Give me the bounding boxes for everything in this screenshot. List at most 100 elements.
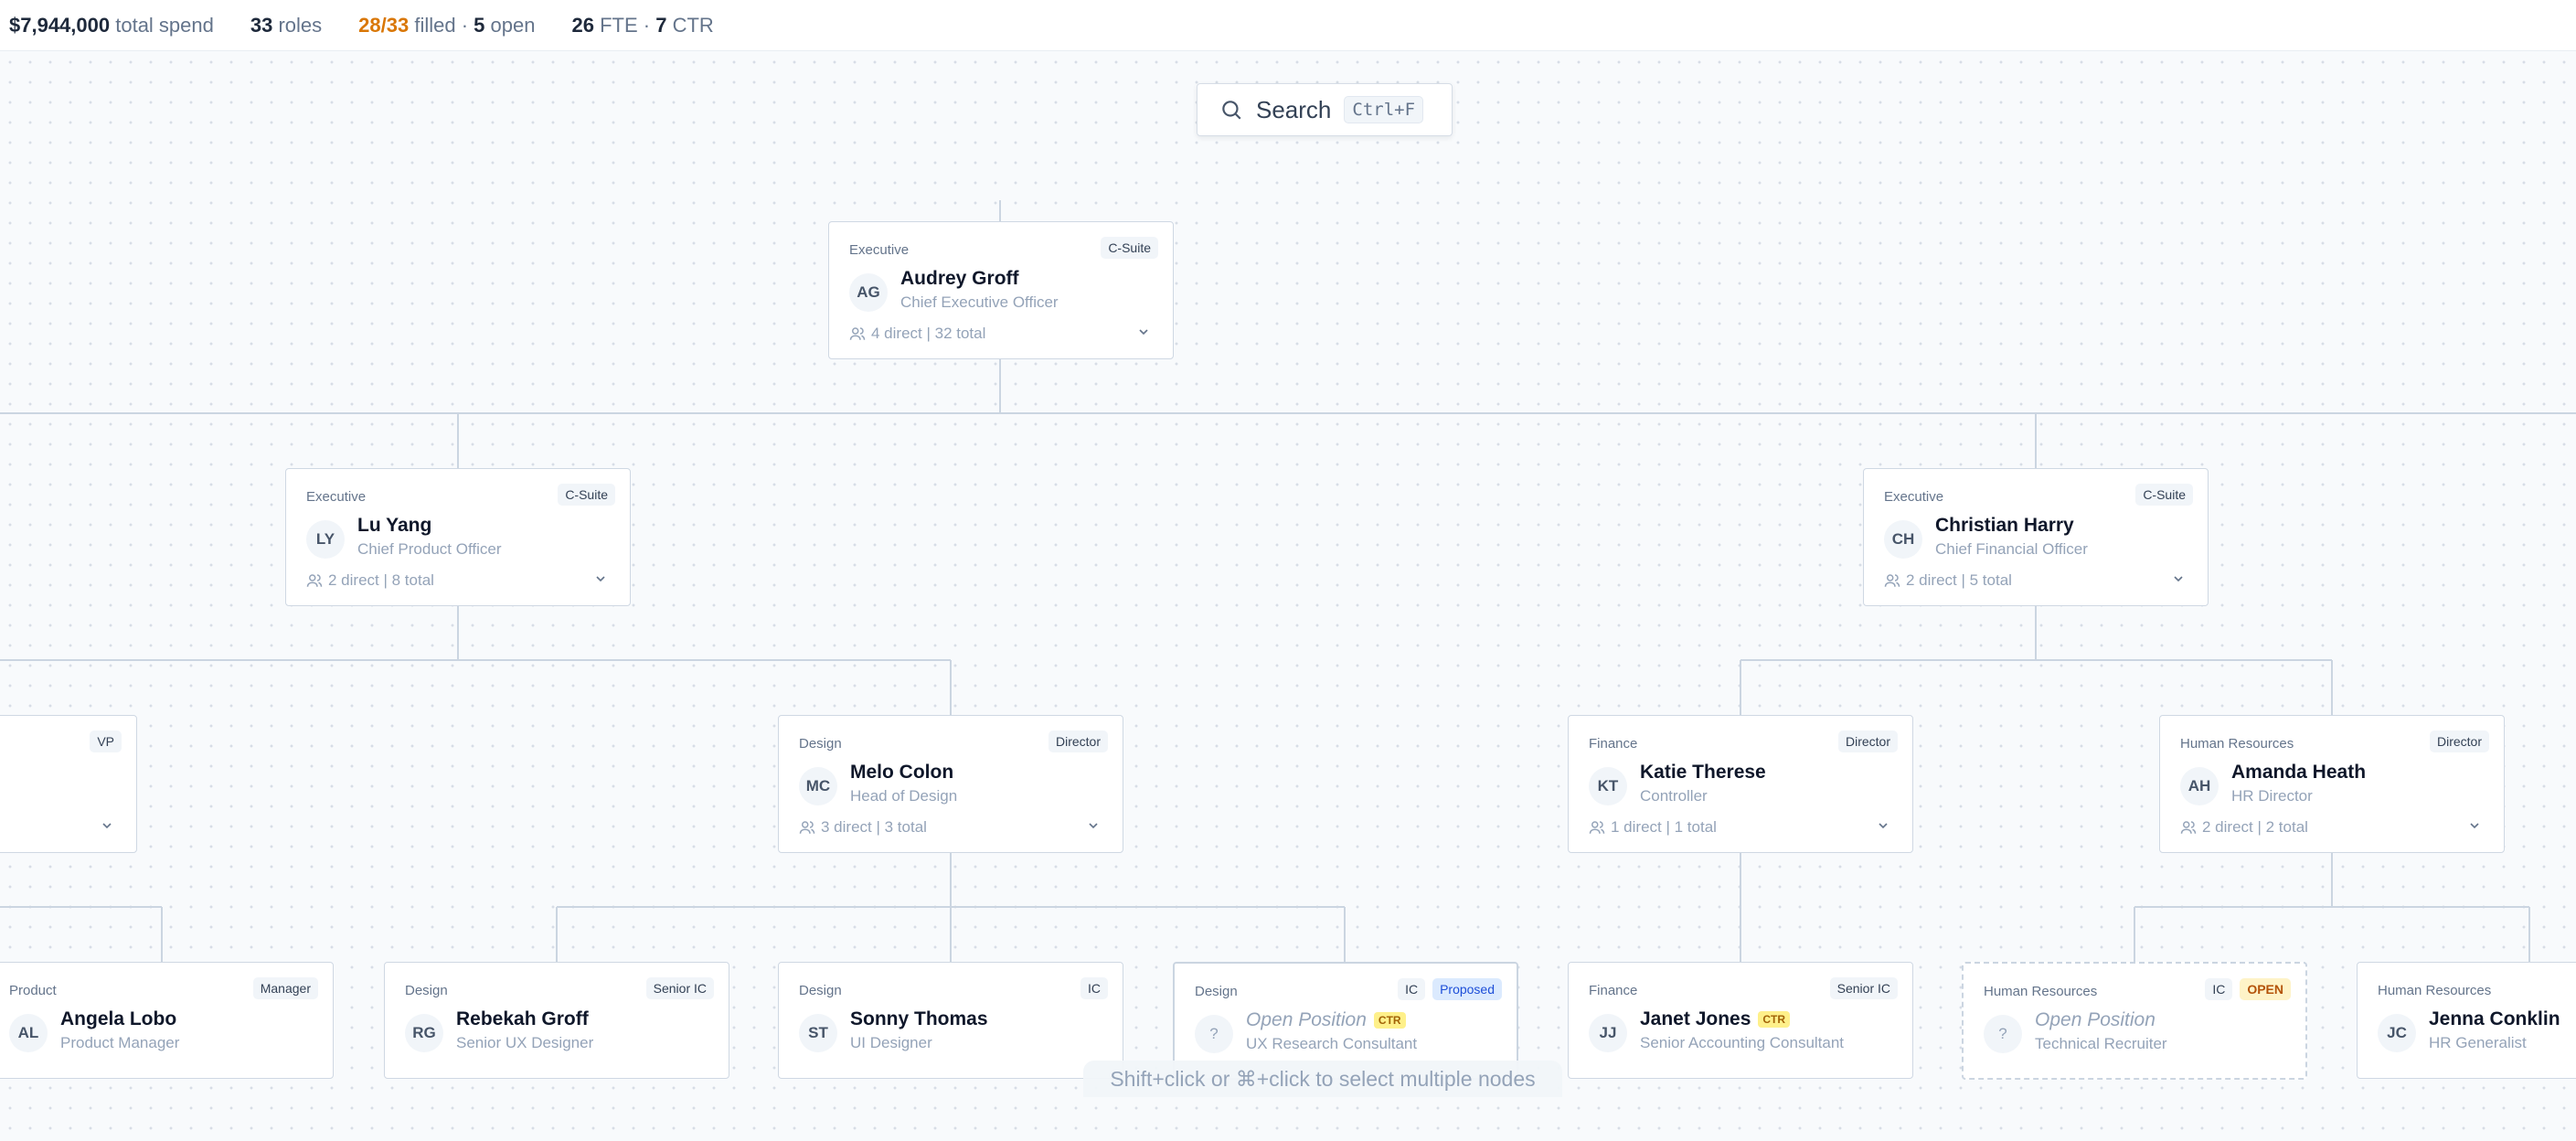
multi-select-hint: Shift+click or ⌘+click to select multipl…	[1083, 1061, 1562, 1097]
search-label: Search	[1256, 95, 1332, 123]
chevron-down-icon[interactable]	[2171, 571, 2186, 586]
node-name: Lu Yang	[357, 515, 432, 536]
people-icon	[2180, 821, 2197, 834]
node-senior-accounting-consultant[interactable]: Finance Senior IC JJ Janet Jones CTR Sen…	[1568, 962, 1913, 1079]
people-icon	[799, 821, 815, 834]
node-senior-ux-designer[interactable]: Design Senior IC RG Rebekah Groff Senior…	[384, 962, 729, 1079]
node-title: Chief Executive Officer	[900, 293, 1059, 311]
chevron-down-icon[interactable]	[593, 571, 608, 586]
level-badge: VP	[90, 730, 122, 752]
proposed-badge: Proposed	[1432, 978, 1502, 1000]
reports-count: 2 direct | 5 total	[1884, 571, 2012, 590]
people-icon	[849, 327, 866, 340]
chevron-down-icon[interactable]	[1136, 325, 1151, 339]
node-name: Open Position CTR	[1246, 1009, 1406, 1031]
reports-count: 2 direct | 8 total	[306, 571, 434, 590]
node-vp[interactable]: VP	[0, 715, 137, 853]
node-cfo[interactable]: Executive C-Suite CH Christian Harry Chi…	[1863, 468, 2209, 606]
level-badge: IC	[1080, 977, 1108, 999]
search-button[interactable]: Search Ctrl+F	[1197, 83, 1453, 136]
open-badge: OPEN	[2240, 978, 2291, 1000]
node-department: Design	[799, 983, 842, 998]
node-department: Executive	[306, 489, 367, 505]
avatar: LY	[306, 520, 345, 559]
node-name: Audrey Groff	[900, 268, 1019, 289]
level-badge: Director	[1837, 730, 1898, 752]
chevron-down-icon[interactable]	[2467, 818, 2482, 833]
avatar: AH	[2180, 767, 2219, 805]
avatar: ?	[1984, 1015, 2022, 1053]
node-name: Amanda Heath	[2231, 762, 2367, 783]
reports-count: 3 direct | 3 total	[799, 818, 927, 837]
level-badge: Manager	[252, 977, 318, 999]
avatar: ?	[1195, 1015, 1233, 1053]
chevron-down-icon[interactable]	[1086, 818, 1101, 833]
node-controller[interactable]: Finance Director KT Katie Therese Contro…	[1568, 715, 1913, 853]
node-department: Human Resources	[2378, 983, 2492, 998]
contractor-badge: CTR	[1373, 1012, 1406, 1029]
level-badge: IC	[1398, 978, 1426, 1000]
employment-type-stat: 26 FTE · 7 CTR	[571, 13, 714, 37]
search-icon	[1222, 101, 1241, 120]
node-department: Executive	[849, 242, 910, 258]
search-shortcut: Ctrl+F	[1344, 96, 1424, 123]
avatar: JJ	[1589, 1014, 1627, 1052]
node-title: UX Research Consultant	[1246, 1035, 1418, 1052]
node-name: Rebekah Groff	[456, 1008, 589, 1029]
node-ui-designer[interactable]: Design IC ST Sonny Thomas UI Designer	[778, 962, 1123, 1079]
node-technical-recruiter[interactable]: Human Resources IC OPEN ? Open Position …	[1962, 962, 2307, 1080]
node-department: Executive	[1884, 489, 1944, 505]
level-badge: Senior IC	[1829, 977, 1898, 999]
people-icon	[1884, 574, 1900, 587]
level-badge: C-Suite	[1101, 237, 1158, 259]
node-ceo[interactable]: Executive C-Suite AG Audrey Groff Chief …	[828, 221, 1174, 359]
node-department: Finance	[1589, 983, 1638, 998]
node-department: Human Resources	[2180, 736, 2294, 752]
avatar: AL	[9, 1014, 48, 1052]
roles-stat: 33 roles	[250, 13, 323, 37]
node-title: HR Director	[2231, 787, 2313, 805]
node-department: Finance	[1589, 736, 1638, 752]
node-department: Design	[799, 736, 842, 752]
avatar: KT	[1589, 767, 1627, 805]
avatar: CH	[1884, 520, 1922, 559]
node-title: Chief Product Officer	[357, 540, 502, 558]
node-head-of-design[interactable]: Design Director MC Melo Colon Head of De…	[778, 715, 1123, 853]
chevron-down-icon[interactable]	[1876, 818, 1890, 833]
people-icon	[1589, 821, 1605, 834]
node-product-manager[interactable]: Product Manager AL Angela Lobo Product M…	[0, 962, 334, 1079]
reports-count: 1 direct | 1 total	[1589, 818, 1717, 837]
node-title: Technical Recruiter	[2035, 1035, 2167, 1052]
node-name: Open Position	[2035, 1009, 2156, 1030]
total-spend-stat: $7,944,000 total spend	[9, 13, 214, 37]
reports-count: 2 direct | 2 total	[2180, 818, 2308, 837]
avatar: AG	[849, 273, 888, 312]
node-title: Product Manager	[60, 1034, 180, 1051]
node-title: Senior UX Designer	[456, 1034, 594, 1051]
node-cpo[interactable]: Executive C-Suite LY Lu Yang Chief Produ…	[285, 468, 631, 606]
avatar: JC	[2378, 1014, 2416, 1052]
node-department: Product	[9, 983, 57, 998]
contractor-badge: CTR	[1758, 1011, 1791, 1028]
avatar: ST	[799, 1014, 837, 1052]
level-badge: IC	[2205, 978, 2233, 1000]
reports-count: 4 direct | 32 total	[849, 325, 985, 343]
node-title: Chief Financial Officer	[1935, 540, 2088, 558]
filled-stat: 28/33 filled · 5 open	[358, 13, 536, 37]
node-name: Melo Colon	[850, 762, 954, 783]
node-hr-generalist[interactable]: Human Resources JC Jenna Conklin HR Gene…	[2357, 962, 2576, 1079]
node-title: HR Generalist	[2429, 1034, 2527, 1051]
node-department: Design	[405, 983, 448, 998]
node-name: Katie Therese	[1640, 762, 1766, 783]
chevron-down-icon[interactable]	[100, 818, 114, 833]
avatar: MC	[799, 767, 837, 805]
avatar: RG	[405, 1014, 443, 1052]
org-chart-canvas[interactable]: Search Ctrl+F Executive C-Suite AG Audre…	[0, 52, 2576, 1141]
node-title: Senior Accounting Consultant	[1640, 1034, 1845, 1051]
node-department: Human Resources	[1984, 984, 2098, 999]
level-badge: Director	[2429, 730, 2489, 752]
node-hr-director[interactable]: Human Resources Director AH Amanda Heath…	[2159, 715, 2505, 853]
node-title: Head of Design	[850, 787, 958, 805]
people-icon	[306, 574, 323, 587]
node-name: Christian Harry	[1935, 515, 2074, 536]
